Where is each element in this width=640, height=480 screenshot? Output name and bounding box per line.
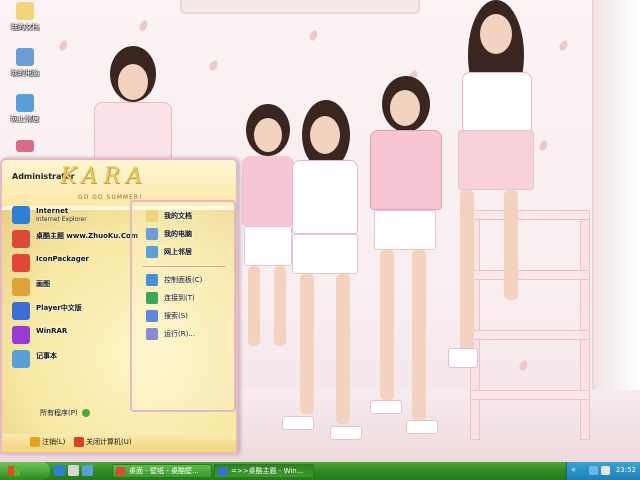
wallpaper-figure xyxy=(282,100,372,460)
task-button-wallpaper[interactable]: 桌面 - 壁纸 - 桌酷壁... xyxy=(112,464,212,478)
my-documents-icon xyxy=(16,2,34,20)
quicklaunch-ie-icon[interactable] xyxy=(54,465,65,476)
petal-decoration xyxy=(308,29,319,42)
internet-explorer-icon xyxy=(12,206,30,224)
window-app-icon xyxy=(116,467,125,476)
wallpaper-figure xyxy=(440,0,560,380)
run-icon xyxy=(146,328,158,340)
windows-logo-icon xyxy=(8,466,20,476)
connect-icon xyxy=(146,292,158,304)
logoff-icon xyxy=(30,437,40,447)
player-icon xyxy=(12,302,30,320)
desktop-icon-network[interactable]: 网上邻居 xyxy=(4,94,46,124)
notepad-icon xyxy=(12,350,30,368)
control-panel-icon xyxy=(146,274,158,286)
search-icon xyxy=(146,310,158,322)
desktop-icon-my-documents[interactable]: 我的文档 xyxy=(4,2,46,32)
logoff-button[interactable]: 注销(L) xyxy=(30,437,65,449)
system-tray: « 23:52 xyxy=(566,462,640,480)
zhuoku-icon xyxy=(12,230,30,248)
start-menu-footer: 注销(L) 关闭计算机(U) xyxy=(2,434,236,452)
desktop-icon-my-computer[interactable]: 我的电脑 xyxy=(4,48,46,78)
start-menu-places-list: 我的文档 我的电脑 网上邻居 控制面板(C) 连接到(T) 搜索(S) 运行(R… xyxy=(130,200,236,412)
start-menu: Administrator KARA GO GO SUMMER! Interne… xyxy=(0,158,238,454)
network-icon xyxy=(16,94,34,112)
green-arrow-icon xyxy=(81,409,90,417)
petal-decoration xyxy=(208,59,219,72)
start-menu-pinned-list: Internet Internet Explorer 桌酷主题 www.Zhuo… xyxy=(6,204,138,424)
wallpaper-figure xyxy=(88,40,178,170)
taskbar: 桌面 - 壁纸 - 桌酷壁... =>>桌酷主题 - Win... « 23:5… xyxy=(0,462,640,480)
desktop-icon-recycle-bin[interactable] xyxy=(4,140,46,154)
start-button[interactable] xyxy=(0,462,50,480)
winrar-icon xyxy=(12,326,30,344)
all-programs-button[interactable]: 所有程序(P) xyxy=(40,408,90,418)
tray-network-icon[interactable] xyxy=(589,466,598,475)
shutdown-button[interactable]: 关闭计算机(U) xyxy=(74,437,132,449)
task-button-zhuoku-theme[interactable]: =>>桌酷主题 - Win... xyxy=(214,464,314,478)
kara-logo: KARA xyxy=(60,164,148,189)
petal-decoration xyxy=(58,39,69,52)
iconpackager-icon xyxy=(12,254,30,272)
my-computer-icon xyxy=(146,228,158,240)
power-icon xyxy=(74,437,84,447)
quicklaunch-explorer-icon[interactable] xyxy=(82,465,93,476)
window-app-icon xyxy=(218,467,227,476)
places-separator xyxy=(142,266,226,267)
my-computer-icon xyxy=(16,48,34,66)
quicklaunch-show-desktop-icon[interactable] xyxy=(68,465,79,476)
paint-icon xyxy=(12,278,30,296)
tray-expand-icon[interactable]: « xyxy=(571,465,581,475)
tray-volume-icon[interactable] xyxy=(601,466,610,475)
wallpaper-top-panel xyxy=(180,0,420,14)
petal-decoration xyxy=(138,19,149,32)
my-documents-icon xyxy=(146,210,158,222)
clock[interactable]: 23:52 xyxy=(616,466,636,474)
network-icon xyxy=(146,246,158,258)
recycle-bin-icon xyxy=(16,140,34,152)
wallpaper-figure xyxy=(366,70,446,450)
